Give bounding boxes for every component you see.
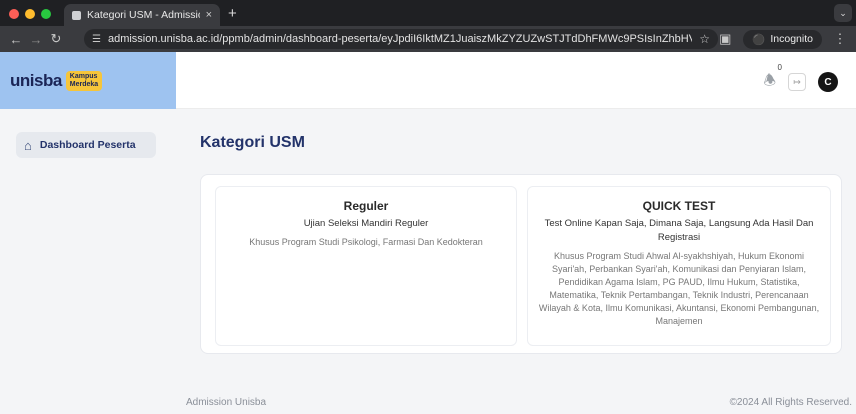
site-settings-icon[interactable]: ☰ <box>92 34 101 45</box>
back-arrow-icon[interactable]: ← <box>6 32 26 47</box>
tab-title: Kategori USM - Admission Ur <box>87 9 200 21</box>
header-actions: 🕭 0 ↦ C <box>763 63 838 94</box>
tab-strip: Kategori USM - Admission Ur × + ⌄ <box>0 0 856 26</box>
kampus-merdeka-badge: Kampus Merdeka <box>65 70 103 91</box>
user-avatar[interactable]: C <box>818 72 838 92</box>
address-bar[interactable]: ☰ admission.unisba.ac.id/ppmb/admin/dash… <box>84 29 718 49</box>
footer-copyright: ©2024 All Rights Reserved. <box>729 397 852 408</box>
browser-toolbar: ← → ↻ ☰ admission.unisba.ac.id/ppmb/admi… <box>0 26 856 52</box>
page-title: Kategori USM <box>200 134 305 151</box>
close-window-button[interactable] <box>9 9 19 19</box>
notification-bell-icon[interactable]: 🕭 0 <box>763 63 782 94</box>
category-card: Reguler Ujian Seleksi Mandiri Reguler Kh… <box>200 174 842 354</box>
sidebar-item-label: Dashboard Peserta <box>39 139 136 151</box>
extensions-icon[interactable]: ▣ <box>715 31 735 47</box>
tab-close-icon[interactable]: × <box>206 9 212 21</box>
maximize-window-button[interactable] <box>41 9 51 19</box>
browser-menu-icon[interactable]: ⋮ <box>830 31 850 47</box>
option-description: Khusus Program Studi Psikologi, Farmasi … <box>249 237 483 247</box>
forward-arrow-icon[interactable]: → <box>26 32 46 47</box>
incognito-label: Incognito <box>770 33 813 45</box>
option-title: QUICK TEST <box>642 199 716 213</box>
logo-text: unisba <box>10 70 62 90</box>
category-option-quick-test[interactable]: QUICK TEST Test Online Kapan Saja, Diman… <box>527 186 831 346</box>
option-description: Khusus Program Studi Ahwal Al-syakhshiya… <box>538 251 820 326</box>
logout-icon[interactable]: ↦ <box>788 73 806 91</box>
option-subtitle: Test Online Kapan Saja, Dimana Saja, Lan… <box>544 218 814 243</box>
incognito-badge[interactable]: ⚫ Incognito <box>743 29 822 49</box>
url-text[interactable]: admission.unisba.ac.id/ppmb/admin/dashbo… <box>108 33 692 45</box>
site-header: unisba Kampus Merdeka 🕭 0 ↦ C <box>0 52 856 109</box>
home-icon: ⌂ <box>24 137 32 153</box>
page-favicon-icon <box>72 10 81 20</box>
window-controls <box>9 9 51 19</box>
sidebar-item-dashboard-peserta[interactable]: ⌂ Dashboard Peserta <box>16 132 156 158</box>
bookmark-star-icon[interactable]: ☆ <box>699 32 710 46</box>
toolbar-right: ▣ ⚫ Incognito ⋮ <box>715 26 856 52</box>
footer-brand: Admission Unisba <box>186 397 267 408</box>
new-tab-button[interactable]: + <box>228 5 237 22</box>
tab-search-chevron-icon[interactable]: ⌄ <box>834 4 852 22</box>
option-subtitle: Ujian Seleksi Mandiri Reguler <box>303 218 429 229</box>
reload-icon[interactable]: ↻ <box>46 31 66 47</box>
category-option-reguler[interactable]: Reguler Ujian Seleksi Mandiri Reguler Kh… <box>215 186 517 346</box>
minimize-window-button[interactable] <box>25 9 35 19</box>
active-tab[interactable]: Kategori USM - Admission Ur × <box>64 4 220 26</box>
browser-window: Kategori USM - Admission Ur × + ⌄ ← → ↻ … <box>0 0 856 414</box>
incognito-icon: ⚫ <box>752 33 766 46</box>
badge-line-2: Merdeka <box>69 80 99 88</box>
notification-count: 0 <box>777 63 782 72</box>
option-title: Reguler <box>343 199 389 213</box>
site-logo[interactable]: unisba Kampus Merdeka <box>0 52 176 109</box>
badge-line-1: Kampus <box>69 72 98 80</box>
web-page: unisba Kampus Merdeka 🕭 0 ↦ C ⌂ Dashboar… <box>0 52 856 414</box>
